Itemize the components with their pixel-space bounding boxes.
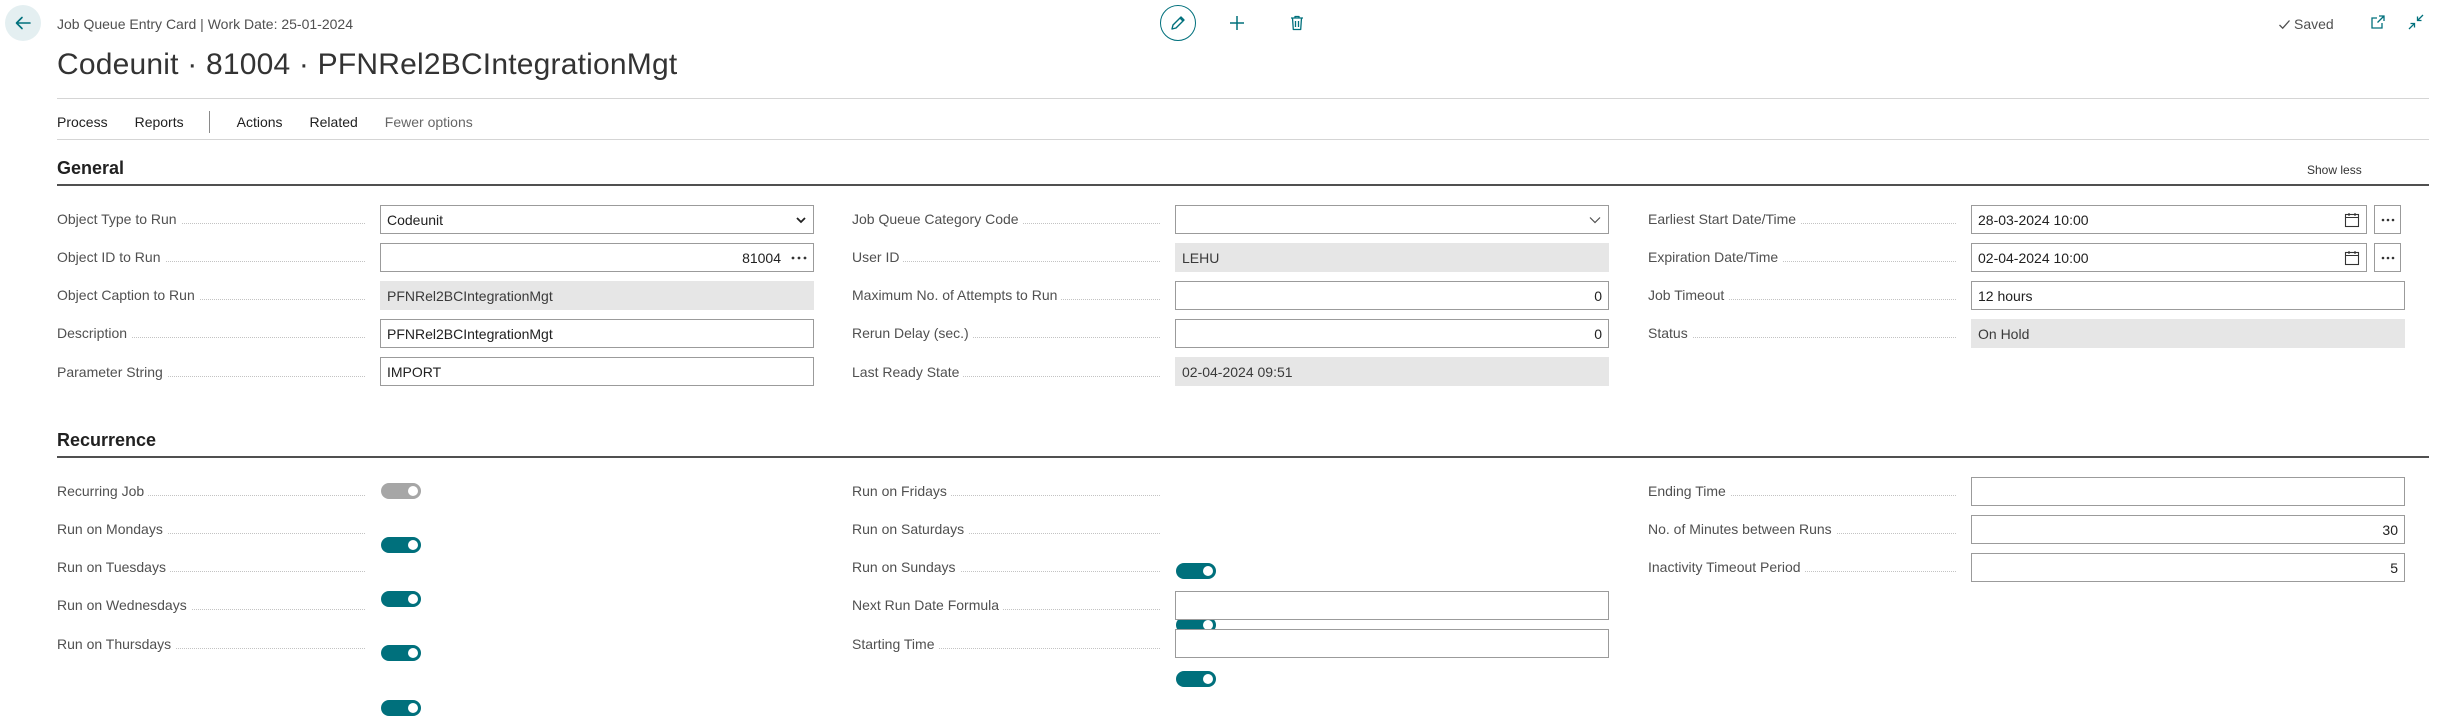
pencil-icon: [1171, 16, 1185, 30]
recurring-job-label: Recurring Job: [57, 481, 365, 501]
open-new-window-button[interactable]: [2366, 10, 2390, 34]
chevron-down-icon: [796, 216, 806, 223]
parameter-string-label: Parameter String: [57, 362, 365, 382]
calendar-icon[interactable]: [2344, 250, 2360, 266]
next-run-date-formula-input[interactable]: [1175, 591, 1609, 620]
run-on-sundays-toggle[interactable]: [1176, 671, 1216, 687]
status-label: Status: [1648, 323, 1956, 343]
object-caption-field: PFNRel2BCIntegrationMgt: [380, 281, 814, 310]
run-on-tuesdays-toggle[interactable]: [381, 591, 421, 607]
collapse-button[interactable]: [2404, 10, 2428, 34]
inactivity-timeout-input[interactable]: 5: [1971, 553, 2405, 582]
top-toolbar: [1160, 5, 1316, 41]
object-type-label: Object Type to Run: [57, 209, 365, 229]
parameter-string-input[interactable]: IMPORT: [380, 357, 814, 386]
earliest-start-label: Earliest Start Date/Time: [1648, 209, 1956, 229]
delete-button[interactable]: [1278, 5, 1316, 41]
recurrence-section-title[interactable]: Recurrence: [57, 430, 156, 451]
starting-time-label: Starting Time: [852, 634, 1160, 654]
arrow-left-icon: [15, 16, 31, 30]
expiration-label: Expiration Date/Time: [1648, 247, 1956, 267]
show-less-link[interactable]: Show less: [2307, 163, 2362, 177]
description-input[interactable]: PFNRel2BCIntegrationMgt: [380, 319, 814, 348]
action-separator: [208, 111, 210, 133]
ending-time-input[interactable]: [1971, 477, 2405, 506]
recurrence-section-rule: [57, 456, 2429, 458]
new-button[interactable]: [1218, 5, 1256, 41]
run-on-fridays-label: Run on Fridays: [852, 481, 1160, 501]
object-id-input[interactable]: 81004: [380, 243, 814, 272]
run-on-tuesdays-label: Run on Tuesdays: [57, 557, 365, 577]
collapse-arrows-icon: [2408, 14, 2424, 30]
run-on-wednesdays-toggle[interactable]: [381, 645, 421, 661]
expiration-more-button[interactable]: [2374, 243, 2401, 272]
job-timeout-input[interactable]: 12 hours: [1971, 281, 2405, 310]
page-title: Codeunit · 81004 · PFNRel2BCIntegrationM…: [57, 48, 678, 81]
action-bar: Process Reports Actions Related Fewer op…: [57, 111, 500, 133]
edit-button[interactable]: [1160, 5, 1196, 41]
breadcrumb: Job Queue Entry Card | Work Date: 25-01-…: [57, 16, 353, 32]
object-type-select[interactable]: Codeunit: [380, 205, 814, 234]
run-on-saturdays-label: Run on Saturdays: [852, 519, 1160, 539]
expiration-input[interactable]: 02-04-2024 10:00: [1971, 243, 2367, 272]
run-on-thursdays-toggle[interactable]: [381, 700, 421, 716]
action-reports[interactable]: Reports: [135, 114, 184, 130]
object-id-label: Object ID to Run: [57, 247, 365, 267]
object-caption-label: Object Caption to Run: [57, 285, 365, 305]
last-ready-state-field: 02-04-2024 09:51: [1175, 357, 1609, 386]
max-attempts-input[interactable]: 0: [1175, 281, 1609, 310]
run-on-fridays-toggle[interactable]: [1176, 563, 1216, 579]
user-id-field: LEHU: [1175, 243, 1609, 272]
category-code-select[interactable]: [1175, 205, 1609, 234]
earliest-start-input[interactable]: 28-03-2024 10:00: [1971, 205, 2367, 234]
saved-label: Saved: [2294, 16, 2334, 32]
max-attempts-label: Maximum No. of Attempts to Run: [852, 285, 1160, 305]
earliest-start-more-button[interactable]: [2374, 205, 2401, 234]
more-options-icon: [2381, 256, 2394, 259]
status-field: On Hold: [1971, 319, 2405, 348]
more-options-icon: [2381, 218, 2394, 221]
action-related[interactable]: Related: [310, 114, 358, 130]
action-bar-top-divider: [57, 98, 2429, 99]
last-ready-state-label: Last Ready State: [852, 362, 1160, 382]
rerun-delay-label: Rerun Delay (sec.): [852, 323, 1160, 343]
checkmark-icon: [2279, 19, 2290, 29]
run-on-mondays-toggle[interactable]: [381, 537, 421, 553]
calendar-icon[interactable]: [2344, 212, 2360, 228]
trash-icon: [1291, 15, 1303, 31]
run-on-thursdays-label: Run on Thursdays: [57, 634, 365, 654]
fewer-options-link[interactable]: Fewer options: [385, 114, 473, 130]
job-timeout-label: Job Timeout: [1648, 285, 1956, 305]
saved-status: Saved: [2278, 16, 2334, 32]
plus-icon: [1230, 16, 1244, 30]
user-id-label: User ID: [852, 247, 1160, 267]
recurring-job-toggle[interactable]: [381, 483, 421, 499]
category-code-label: Job Queue Category Code: [852, 209, 1160, 229]
minutes-between-runs-input[interactable]: 30: [1971, 515, 2405, 544]
run-on-wednesdays-label: Run on Wednesdays: [57, 595, 365, 615]
run-on-sundays-label: Run on Sundays: [852, 557, 1160, 577]
action-bar-bottom-divider: [57, 139, 2429, 140]
inactivity-timeout-label: Inactivity Timeout Period: [1648, 557, 1956, 577]
ending-time-label: Ending Time: [1648, 481, 1956, 501]
open-in-new-window-icon: [2371, 15, 2385, 29]
more-options-icon[interactable]: [791, 256, 807, 260]
action-process[interactable]: Process: [57, 114, 108, 130]
action-actions[interactable]: Actions: [237, 114, 283, 130]
window-controls: [2366, 10, 2428, 34]
starting-time-input[interactable]: [1175, 629, 1609, 658]
next-run-date-formula-label: Next Run Date Formula: [852, 595, 1160, 615]
minutes-between-runs-label: No. of Minutes between Runs: [1648, 519, 1956, 539]
rerun-delay-input[interactable]: 0: [1175, 319, 1609, 348]
general-section-title[interactable]: General: [57, 158, 124, 179]
general-section-rule: [57, 184, 2429, 186]
chevron-down-icon: [1589, 216, 1601, 223]
back-button[interactable]: [5, 5, 41, 41]
run-on-mondays-label: Run on Mondays: [57, 519, 365, 539]
description-label: Description: [57, 323, 365, 343]
